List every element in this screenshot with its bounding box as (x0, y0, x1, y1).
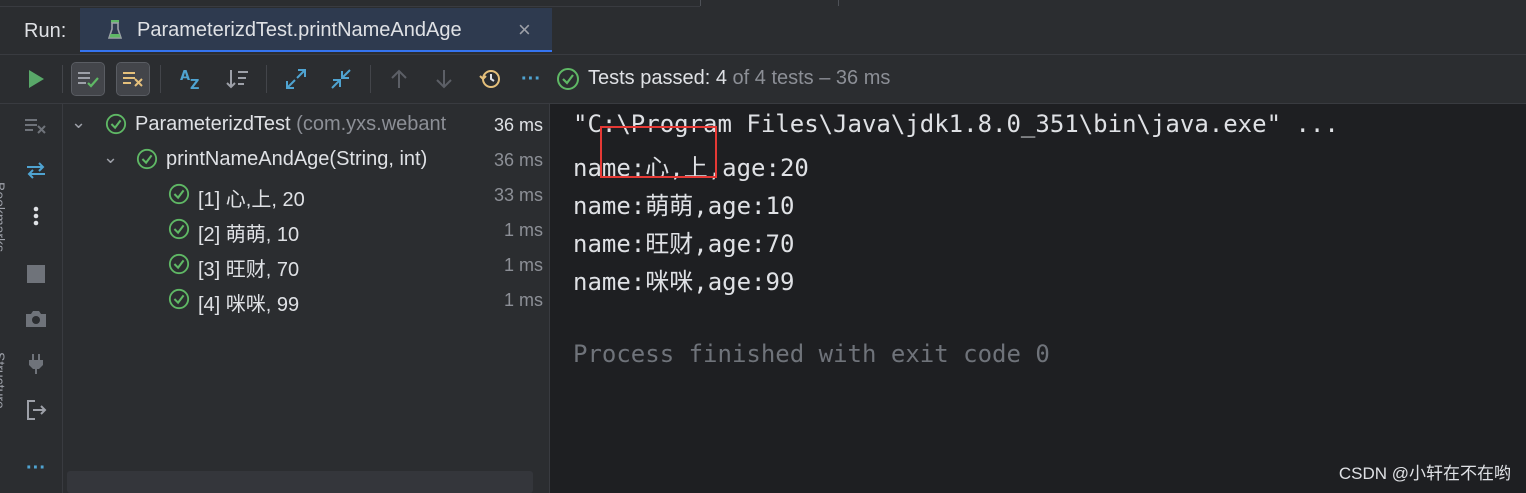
tree-row-case-4[interactable]: [4] 咪咪, 99 1 ms (63, 283, 549, 318)
left-tool-gutter: ··· Bookmarks Structure (0, 104, 63, 493)
process-finished-line: Process finished with exit code 0 (573, 340, 1050, 368)
tests-passed-count: Tests passed: 4 (588, 67, 727, 89)
top-strip (0, 0, 1526, 8)
show-passed-button[interactable] (71, 62, 105, 96)
test-status-text: Tests passed: 4 of 4 tests – 36 ms (588, 67, 890, 90)
passed-check-icon (168, 218, 190, 240)
vertical-dots-icon (33, 206, 39, 226)
sort-duration-icon (226, 70, 248, 89)
console-line: name:旺财,age:70 (573, 230, 795, 258)
plug-icon (29, 354, 43, 374)
clear-all-button[interactable] (22, 112, 50, 140)
tree-row-method[interactable]: ⌄ printNameAndAge(String, int) 36 ms (63, 143, 549, 178)
passed-check-icon (168, 183, 190, 205)
test-flask-icon (108, 20, 122, 39)
tree-row-case-2[interactable]: [2] 萌萌, 10 1 ms (63, 213, 549, 248)
chevron-down-icon[interactable]: ⌄ (71, 112, 86, 133)
sort-by-duration-button[interactable] (222, 63, 254, 95)
tree-row-time: 33 ms (493, 185, 543, 205)
tree-horizontal-scrollbar[interactable] (67, 471, 533, 493)
gutter-more-button[interactable] (22, 202, 50, 230)
console-line: name:萌萌,age:10 (573, 192, 795, 220)
arrow-down-icon (436, 70, 452, 89)
tests-summary: of 4 tests – 36 ms (726, 67, 891, 89)
run-tab[interactable]: ParameterizdTest.printNameAndAge × (80, 8, 552, 52)
test-runner-toolbar: A Z ··· Tests passed: 4 of 4 tests – 36 … (0, 55, 1526, 104)
tree-row-case-3[interactable]: [3] 旺财, 70 1 ms (63, 248, 549, 283)
run-tab-bar: Run: ParameterizdTest.printNameAndAge × (0, 8, 1526, 55)
camera-icon (26, 311, 46, 327)
collapse-all-button[interactable] (325, 63, 357, 95)
tree-row-time: 36 ms (493, 150, 543, 170)
structure-side-tab[interactable]: Structure (0, 352, 8, 409)
screenshot-button[interactable] (22, 305, 50, 333)
gutter-overflow-button[interactable]: ··· (22, 454, 50, 482)
test-case-label: [2] 萌萌, 10 (198, 224, 300, 246)
passed-check-icon (136, 148, 158, 170)
tree-row-label: ParameterizdTest (com.yxs.webant (135, 113, 446, 136)
previous-failed-button[interactable] (383, 63, 415, 95)
passed-check-icon (168, 288, 190, 310)
collapse-icon (331, 69, 351, 89)
tree-row-time: 36 ms (493, 115, 543, 135)
toggle-auto-test-button[interactable] (22, 156, 50, 184)
tree-row-case-1[interactable]: [1] 心,上, 20 33 ms (63, 178, 549, 213)
highlight-box (600, 126, 717, 178)
test-case-label: [1] 心,上, 20 (198, 189, 305, 211)
play-icon (29, 70, 44, 88)
svg-text:A: A (180, 69, 190, 84)
attach-debugger-button[interactable] (22, 350, 50, 378)
more-options-button[interactable]: ··· (515, 63, 547, 95)
test-class-name: ParameterizdTest (135, 113, 291, 135)
test-method-name: printNameAndAge(String, int) (166, 148, 428, 170)
passed-check-icon (105, 113, 127, 135)
sort-az-icon: A Z (180, 69, 199, 91)
tree-row-time: 1 ms (503, 220, 543, 240)
clear-list-icon (25, 119, 46, 134)
passed-check-icon (168, 253, 190, 275)
console-line: name:咪咪,age:99 (573, 268, 795, 296)
expand-all-button[interactable] (280, 63, 312, 95)
arrow-up-icon (391, 69, 407, 88)
exit-icon (27, 400, 47, 420)
chevron-down-icon[interactable]: ⌄ (103, 147, 118, 168)
bookmarks-side-tab[interactable]: Bookmarks (0, 182, 8, 252)
test-case-label: [3] 旺财, 70 (198, 259, 300, 281)
tree-row-time: 1 ms (503, 290, 543, 310)
stop-square-icon (27, 265, 45, 283)
close-tab-button[interactable]: × (518, 17, 531, 43)
stop-button[interactable] (22, 260, 50, 288)
test-results-tree: ⌄ ParameterizdTest (com.yxs.webant 36 ms… (63, 104, 550, 493)
history-clock-icon (479, 70, 500, 88)
show-ignored-button[interactable] (116, 62, 150, 96)
sort-alphabetically-button[interactable]: A Z (176, 63, 208, 95)
tree-row-time: 1 ms (503, 255, 543, 275)
tests-passed-check-icon (557, 68, 579, 90)
test-history-button[interactable] (474, 63, 506, 95)
console-output[interactable]: "C:\Program Files\Java\jdk1.8.0_351\bin\… (550, 104, 1526, 493)
watermark: CSDN @小轩在不在哟 (1338, 464, 1511, 483)
show-passed-icon (78, 72, 99, 88)
run-label: Run: (24, 20, 67, 42)
svg-text:Z: Z (190, 78, 199, 91)
test-class-package: (com.yxs.webant (290, 113, 447, 135)
show-ignored-icon (123, 72, 143, 87)
exit-button[interactable] (22, 396, 50, 424)
swap-arrows-icon (27, 162, 45, 179)
test-case-label: [4] 咪咪, 99 (198, 294, 300, 316)
run-tab-title: ParameterizdTest.printNameAndAge (137, 19, 462, 41)
next-failed-button[interactable] (428, 63, 460, 95)
expand-icon (286, 69, 306, 89)
tree-row-root[interactable]: ⌄ ParameterizdTest (com.yxs.webant 36 ms (63, 108, 549, 143)
rerun-button[interactable] (20, 63, 52, 95)
